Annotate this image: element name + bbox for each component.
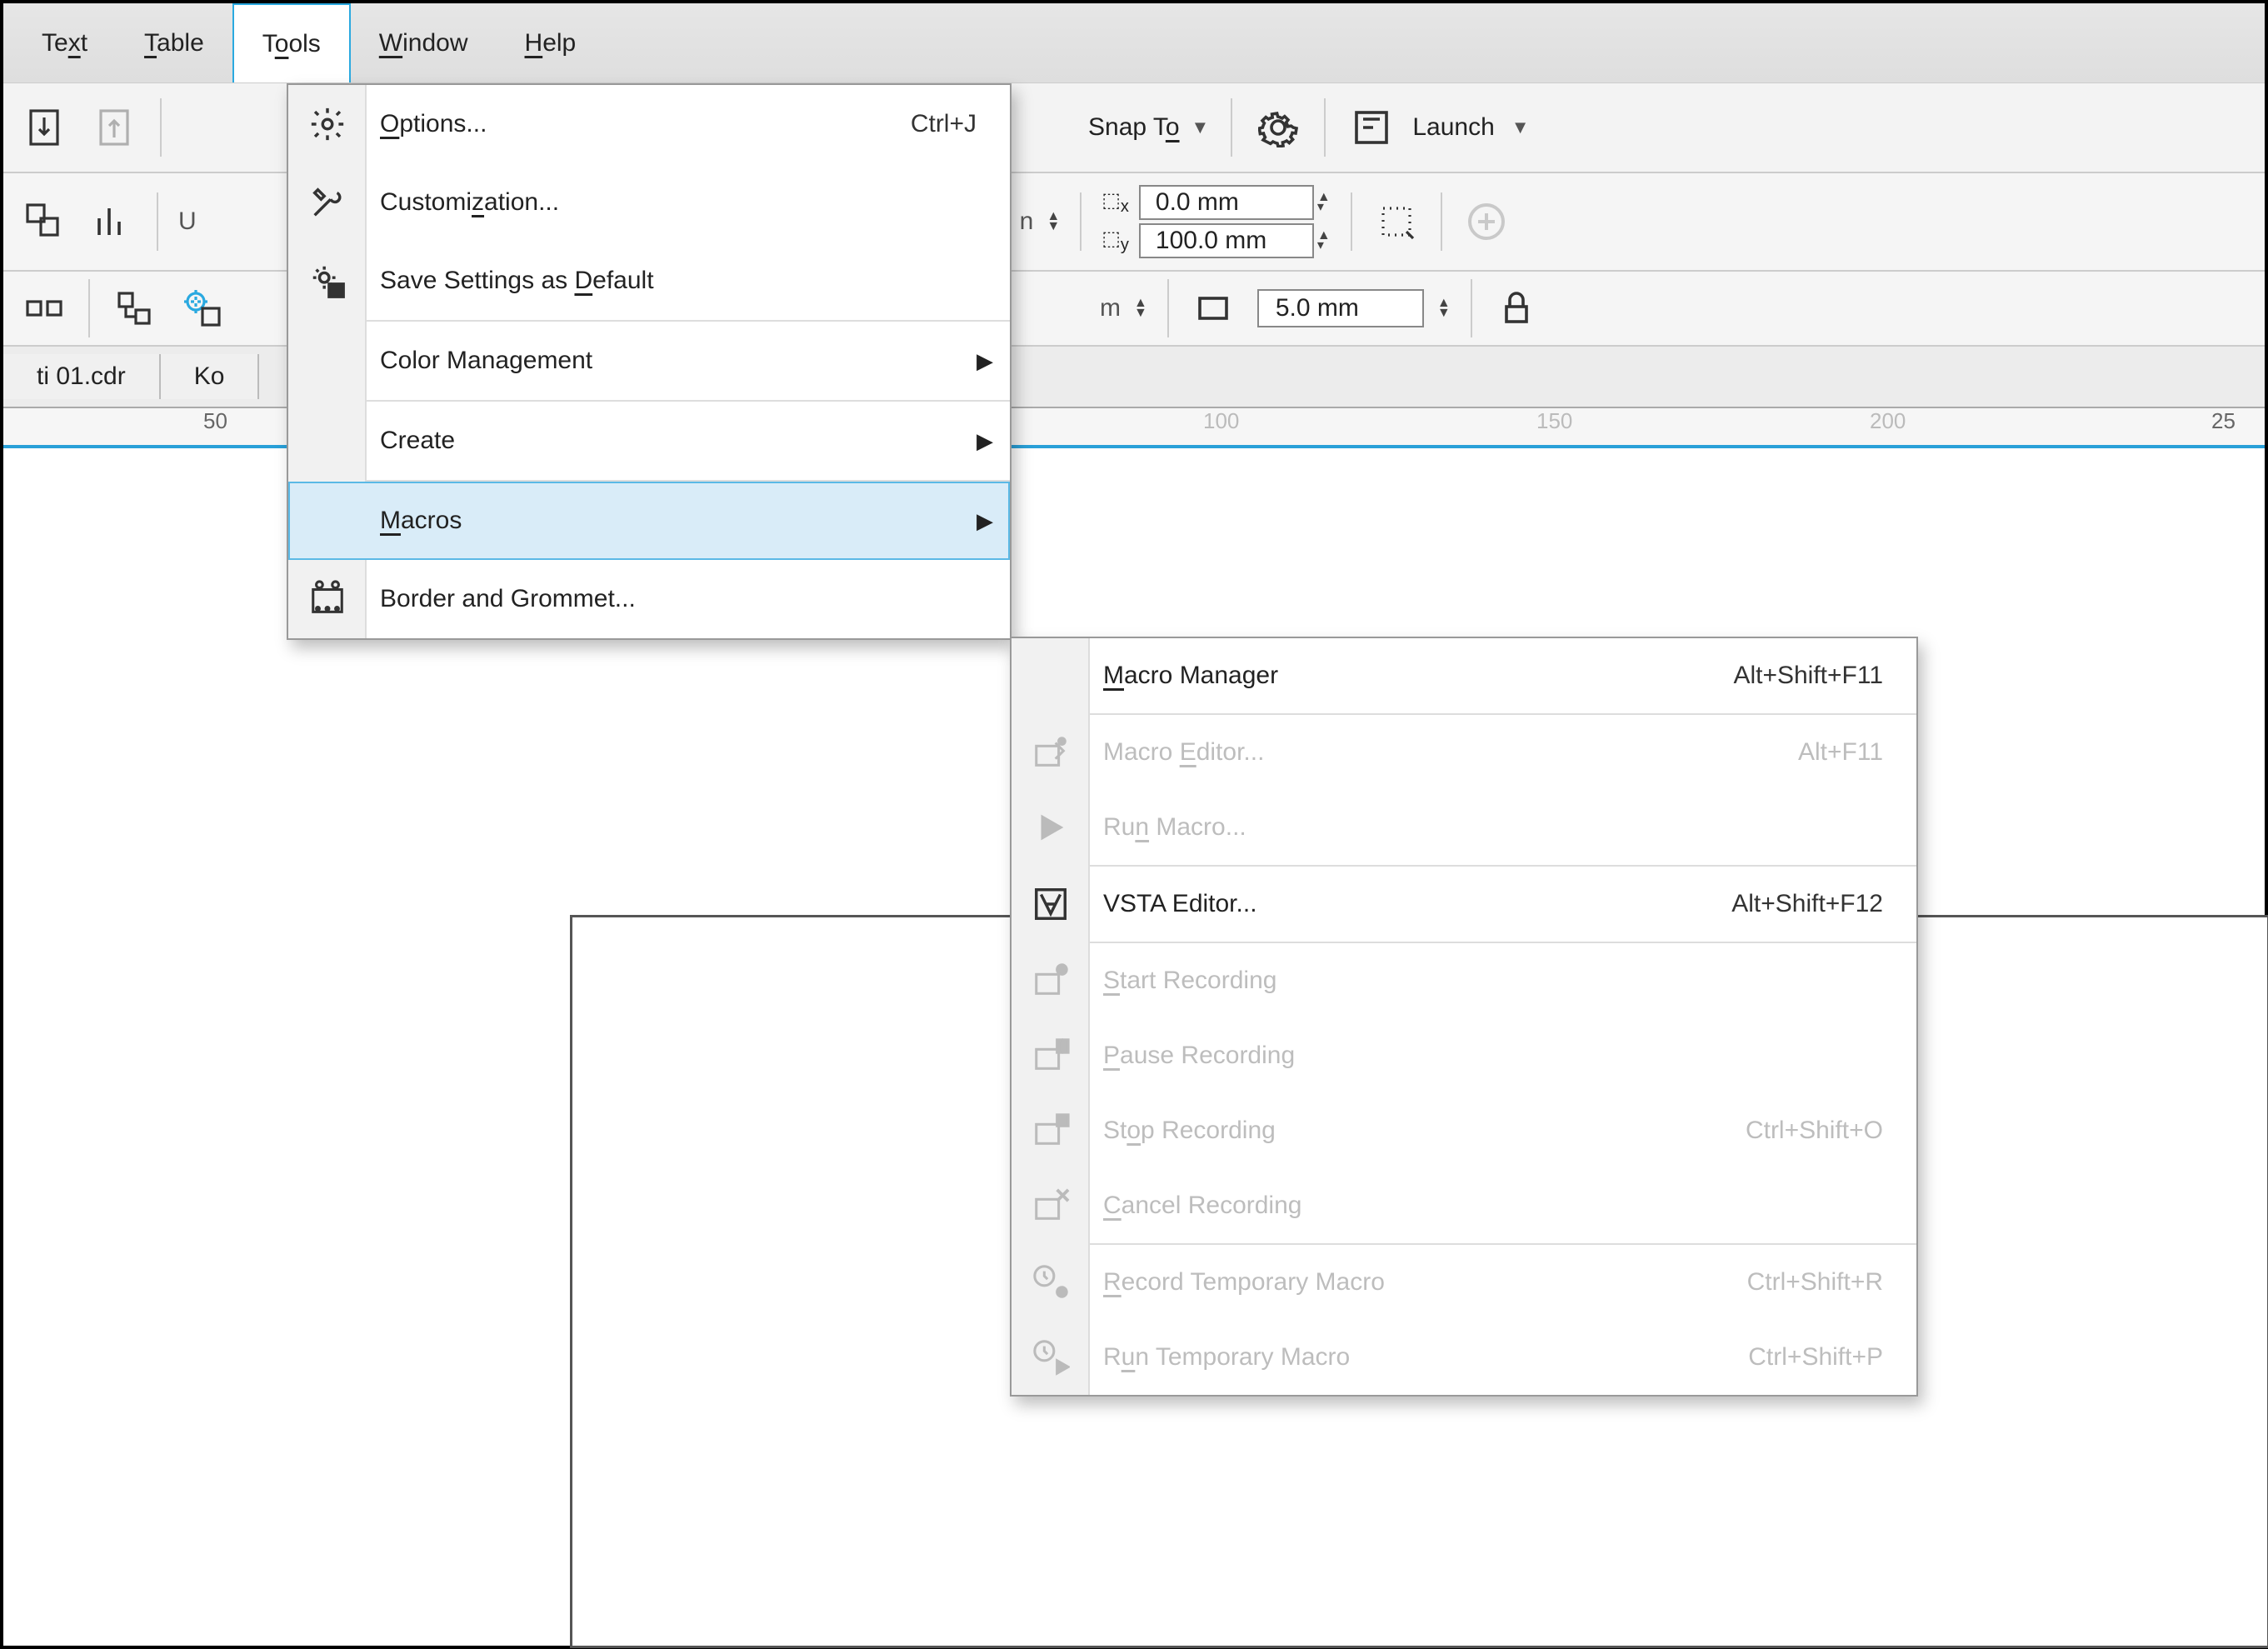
gear-icon (303, 100, 352, 148)
x-icon: ⬚x (1102, 188, 1129, 217)
target-icon[interactable] (178, 284, 227, 332)
menu-help[interactable]: Help (497, 3, 605, 82)
separator (1080, 192, 1082, 251)
snap-to-dropdown[interactable]: Snap To ▼ (1088, 113, 1209, 142)
menu-item-cancel-recording: Cancel Recording (1012, 1168, 1916, 1243)
shapes-icon[interactable] (20, 197, 68, 246)
align-icon[interactable] (20, 284, 68, 332)
tab-file-1[interactable]: ti 01.cdr (3, 354, 161, 399)
menu-item-color-management[interactable]: Color Management ▶ (288, 322, 1010, 400)
m-label: m (1100, 294, 1121, 322)
tools-icon (303, 178, 352, 227)
chart-icon[interactable] (88, 197, 137, 246)
border-icon (303, 575, 352, 623)
menu-bar: Text Table Tools Window Help (3, 3, 2265, 83)
rect-icon[interactable] (1189, 284, 1237, 332)
tab-file-2[interactable]: Ko (161, 354, 260, 399)
options-gear-icon[interactable] (1254, 103, 1302, 152)
ruler-tick: 50 (203, 408, 227, 434)
editor-icon (1027, 728, 1075, 777)
menu-item-pause-recording: Pause Recording (1012, 1018, 1916, 1093)
spinner[interactable]: ▲▾ (1317, 192, 1331, 212)
ruler-tick: 200 (1870, 408, 1906, 434)
gap-input[interactable]: 5.0 mm (1257, 289, 1424, 327)
macros-submenu: Macro Manager Alt+Shift+F11 Macro Editor… (1010, 637, 1918, 1397)
spinner[interactable]: ▲▼ (1437, 298, 1451, 318)
chevron-down-icon: ▼ (1191, 117, 1210, 138)
record-temp-icon (1027, 1258, 1075, 1307)
import-icon[interactable] (20, 103, 68, 152)
spinner[interactable]: ▲▼ (1047, 212, 1060, 232)
separator (157, 192, 158, 251)
menu-item-stop-recording: Stop Recording Ctrl+Shift+O (1012, 1093, 1916, 1168)
export-icon[interactable] (90, 103, 138, 152)
chevron-right-icon: ▶ (977, 428, 993, 454)
menu-item-run-temp-macro: Run Temporary Macro Ctrl+Shift+P (1012, 1320, 1916, 1395)
menu-item-macros[interactable]: Macros ▶ (288, 482, 1010, 560)
menu-item-macro-manager[interactable]: Macro Manager Alt+Shift+F11 (1012, 638, 1916, 713)
menu-item-run-macro: Run Macro... (1012, 790, 1916, 865)
y-icon: ⬚y (1102, 227, 1129, 255)
menu-table[interactable]: Table (116, 3, 232, 82)
vsta-icon (1027, 880, 1075, 928)
chevron-down-icon: ▼ (1511, 117, 1530, 138)
menu-item-create[interactable]: Create ▶ (288, 402, 1010, 480)
lock-icon[interactable] (1492, 284, 1541, 332)
bounds-icon[interactable] (1372, 197, 1421, 246)
play-icon (1027, 803, 1075, 852)
menu-item-border-grommet[interactable]: Border and Grommet... (288, 560, 1010, 638)
cancel-icon (1027, 1182, 1075, 1230)
position-coords: ⬚x 0.0 mm ▲▾ ⬚y 100.0 mm ▲▾ (1102, 185, 1331, 258)
ruler-tick: 100 (1203, 408, 1239, 434)
add-icon[interactable] (1462, 197, 1511, 246)
ruler-tick: 150 (1536, 408, 1572, 434)
menu-tools[interactable]: Tools (232, 3, 351, 82)
separator (1441, 192, 1442, 251)
spinner[interactable]: ▲▼ (1134, 298, 1147, 318)
menu-window[interactable]: Window (351, 3, 497, 82)
separator (1351, 192, 1352, 251)
pause-icon (1027, 1032, 1075, 1080)
record-icon (1027, 957, 1075, 1005)
spinner[interactable]: ▲▾ (1317, 231, 1331, 251)
menu-item-options[interactable]: Options... Ctrl+J (288, 85, 1010, 163)
launch-label[interactable]: Launch (1412, 113, 1494, 142)
separator (1324, 98, 1326, 157)
stop-icon (1027, 1107, 1075, 1155)
app-window: Text Table Tools Window Help Snap To ▼ L… (0, 0, 2268, 1649)
chevron-right-icon: ▶ (977, 348, 993, 374)
menu-text[interactable]: Text (13, 3, 116, 82)
ruler-tick: 25 (2211, 408, 2236, 434)
menu-item-record-temp-macro: Record Temporary Macro Ctrl+Shift+R (1012, 1245, 1916, 1320)
menu-item-vsta-editor[interactable]: VSTA Editor... Alt+Shift+F12 (1012, 867, 1916, 942)
separator (1231, 98, 1232, 157)
group-icon[interactable] (110, 284, 158, 332)
launch-icon[interactable] (1347, 103, 1396, 152)
separator (1471, 279, 1472, 337)
menu-item-save-default[interactable]: Save Settings as Default (288, 242, 1010, 320)
separator (88, 279, 90, 337)
tools-menu: Options... Ctrl+J Customization... Save … (287, 83, 1012, 640)
spin-label: n (1020, 207, 1034, 236)
menu-item-start-recording: Start Recording (1012, 943, 1916, 1018)
separator (160, 98, 162, 157)
gear-save-icon (303, 257, 352, 305)
x-input[interactable]: 0.0 mm (1139, 185, 1314, 220)
run-temp-icon (1027, 1333, 1075, 1382)
y-input[interactable]: 100.0 mm (1139, 223, 1314, 258)
menu-item-customization[interactable]: Customization... (288, 163, 1010, 242)
chevron-right-icon: ▶ (977, 508, 993, 534)
units-label: U (178, 207, 197, 236)
separator (1167, 279, 1169, 337)
menu-item-macro-editor: Macro Editor... Alt+F11 (1012, 715, 1916, 790)
